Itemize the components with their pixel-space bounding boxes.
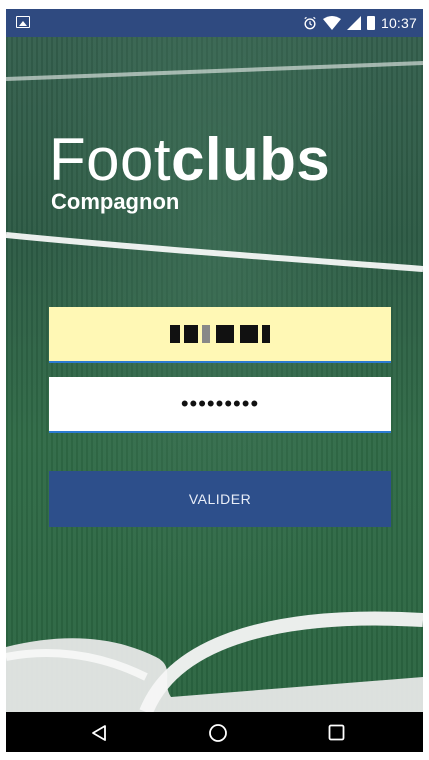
username-input[interactable] [49,307,391,363]
app-logo: Footclubs Compagnon [49,129,330,215]
recent-apps-icon[interactable] [328,724,345,741]
android-navigation-bar [6,712,423,752]
back-icon[interactable] [90,724,108,742]
password-value: ••••••••• [180,391,260,416]
image-notification-icon [16,16,30,28]
password-input[interactable]: ••••••••• [49,377,391,433]
logo-text-bold: clubs [171,126,331,193]
battery-icon [366,16,375,30]
logo-text-light: Foot [49,126,172,193]
wifi-icon [322,16,341,30]
app-screen: 10:37 Footclubs Compagnon ••••••••• VALI… [6,9,423,752]
redacted-username [170,325,270,343]
home-icon[interactable] [208,723,228,743]
signal-icon [346,16,361,30]
status-time: 10:37 [380,15,417,31]
alarm-icon [304,16,316,30]
status-bar: 10:37 [6,9,423,37]
submit-button[interactable]: VALIDER [49,471,391,527]
